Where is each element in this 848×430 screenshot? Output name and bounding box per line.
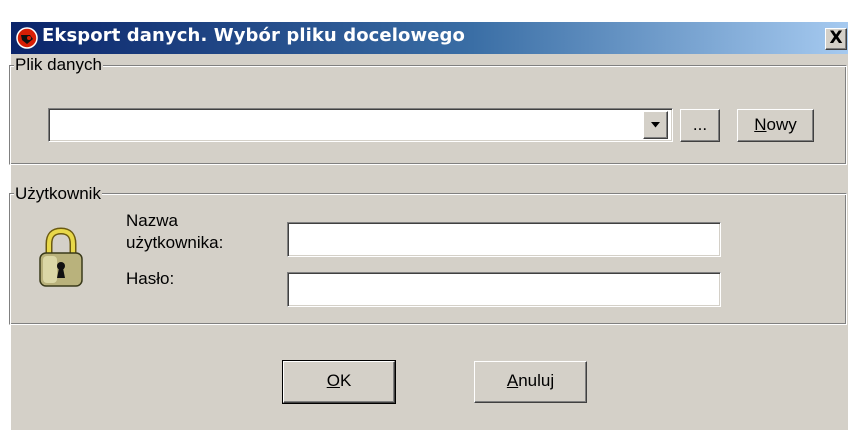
ok-button[interactable]: OK — [282, 360, 396, 404]
chevron-down-icon — [651, 122, 660, 128]
export-dialog: Eksport danych. Wybór pliku docelowego X… — [9, 22, 848, 430]
app-icon — [16, 27, 38, 49]
cancel-button[interactable]: Anuluj — [474, 361, 587, 403]
password-input[interactable] — [287, 272, 721, 307]
ok-button-mnemonic: O — [326, 371, 340, 390]
user-group-legend: Użytkownik — [14, 184, 102, 204]
close-button[interactable]: X — [825, 28, 847, 50]
ok-button-label: K — [339, 371, 352, 390]
password-label: Hasło: — [126, 269, 175, 288]
username-label-line1: Nazwa — [126, 211, 178, 230]
browse-button[interactable]: ... — [680, 109, 720, 142]
padlock-icon — [39, 227, 83, 287]
file-group-legend: Plik danych — [14, 55, 103, 75]
username-label-line2: użytkownika: — [126, 233, 224, 252]
title-bar[interactable]: Eksport danych. Wybór pliku docelowego X — [11, 22, 848, 54]
window-title: Eksport danych. Wybór pliku docelowego — [42, 25, 465, 46]
new-button-mnemonic: N — [754, 115, 767, 134]
cancel-button-label: nuluj — [518, 371, 555, 390]
cancel-button-mnemonic: A — [506, 371, 519, 390]
username-input[interactable] — [287, 222, 721, 257]
file-dropdown-button[interactable] — [643, 111, 668, 139]
file-combobox[interactable] — [48, 108, 673, 142]
new-button-label: owy — [766, 115, 797, 134]
new-button[interactable]: Nowy — [737, 109, 814, 142]
